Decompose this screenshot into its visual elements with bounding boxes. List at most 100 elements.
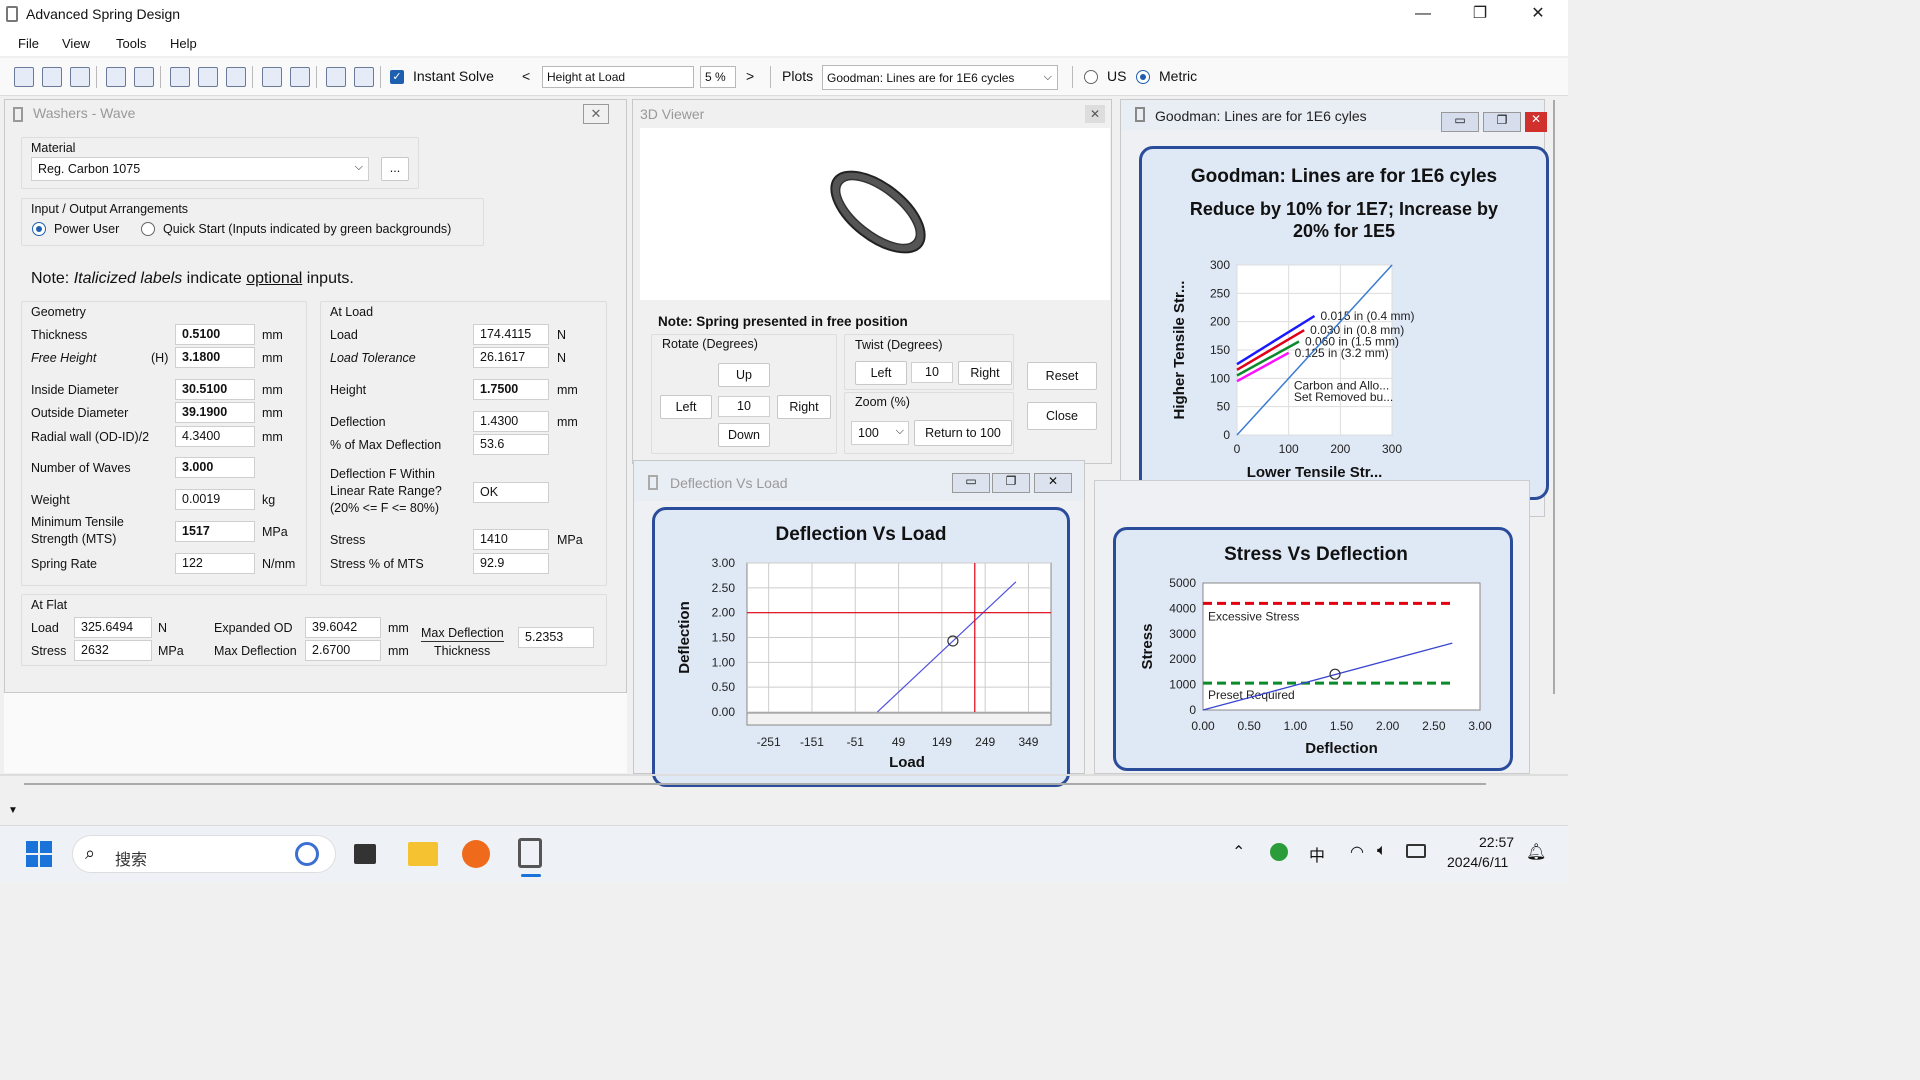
flat-stress-field[interactable]: 2632	[74, 640, 152, 661]
task-view-icon[interactable]	[354, 844, 376, 864]
solve-target-field[interactable]: Height at Load	[542, 66, 694, 88]
ratio-field[interactable]: 5.2353	[518, 627, 594, 648]
chart-scrollbar	[746, 712, 1052, 726]
3d-canvas[interactable]	[640, 128, 1110, 300]
material-dropdown[interactable]: Reg. Carbon 1075 ⌵	[31, 157, 369, 181]
y-tick-label: 0.50	[712, 680, 736, 694]
us-radio[interactable]	[1084, 70, 1098, 84]
max-deflection-pct-field[interactable]: 53.6	[473, 434, 549, 455]
mts-field[interactable]: 1517	[175, 521, 255, 542]
table-icon[interactable]	[290, 67, 310, 87]
quick-start-radio[interactable]	[141, 222, 155, 236]
height-field[interactable]: 1.7500	[473, 379, 549, 400]
metric-radio[interactable]	[1136, 70, 1150, 84]
calculator-icon[interactable]	[134, 67, 154, 87]
chart-icon[interactable]	[262, 67, 282, 87]
number-of-waves-field[interactable]: 3.000	[175, 457, 255, 478]
file-explorer-icon[interactable]	[408, 842, 438, 866]
flat-max-deflection-field[interactable]: 2.6700	[305, 640, 381, 661]
percent-field[interactable]: 5 %	[700, 66, 736, 88]
viewer-note: Note: Spring presented in free position	[658, 314, 908, 329]
close-icon[interactable]: ✕	[1525, 112, 1547, 132]
new-file-icon[interactable]	[14, 67, 34, 87]
search-box[interactable]: ⌕ 搜索	[72, 835, 336, 873]
flat-load-field[interactable]: 325.6494	[74, 617, 152, 638]
restore-icon[interactable]: ❐	[992, 473, 1030, 493]
close-button[interactable]: Close	[1027, 402, 1097, 430]
report-icon[interactable]	[170, 67, 190, 87]
restore-icon[interactable]: ❐	[1465, 4, 1495, 26]
menu-file[interactable]: File	[18, 36, 39, 51]
stress-field[interactable]: 1410	[473, 529, 549, 550]
inside-diameter-field[interactable]: 30.5100	[175, 379, 255, 400]
chevron-down-icon: ⌵	[1043, 71, 1052, 83]
close-icon[interactable]: ✕	[1523, 4, 1553, 26]
minimize-icon[interactable]: —	[1408, 4, 1438, 26]
outside-diameter-field[interactable]: 39.1900	[175, 402, 255, 423]
print-icon[interactable]	[226, 67, 246, 87]
rotate-left-button[interactable]: Left	[660, 395, 712, 419]
help-icon[interactable]	[326, 67, 346, 87]
rotate-down-button[interactable]: Down	[718, 423, 770, 447]
quick-start-label: Quick Start (Inputs indicated by green b…	[163, 222, 452, 236]
minimize-icon[interactable]: ▭	[1441, 112, 1479, 132]
chevron-up-icon[interactable]: ⌃	[1232, 842, 1245, 862]
linear-range-field[interactable]: OK	[473, 482, 549, 503]
load-field[interactable]: 174.4115	[473, 324, 549, 345]
instant-solve-checkbox[interactable]: ✓	[390, 70, 404, 84]
vertical-scrollbar[interactable]	[1553, 100, 1555, 694]
close-panel-icon[interactable]: ✕	[583, 104, 609, 124]
wifi-icon[interactable]: ◠	[1350, 842, 1364, 862]
menu-view[interactable]: View	[62, 36, 90, 51]
zoom-dropdown[interactable]: 100 ⌵	[851, 421, 909, 445]
clock-time[interactable]: 22:57	[1479, 834, 1514, 850]
rotate-up-button[interactable]: Up	[718, 363, 770, 387]
twist-degrees-field[interactable]: 10	[911, 362, 953, 383]
twist-left-button[interactable]: Left	[855, 361, 907, 385]
menu-help[interactable]: Help	[170, 36, 197, 51]
volume-icon[interactable]: 🔈︎	[1377, 842, 1387, 860]
windows-start-icon[interactable]	[26, 841, 52, 867]
next-target-button[interactable]: >	[746, 68, 754, 84]
plots-dropdown[interactable]: Goodman: Lines are for 1E6 cycles ⌵	[822, 65, 1058, 90]
horizontal-scrollbar[interactable]	[24, 783, 1486, 785]
expand-arrow-icon[interactable]: ▼	[8, 805, 18, 816]
battery-icon[interactable]	[1406, 844, 1426, 858]
save-icon[interactable]	[70, 67, 90, 87]
open-folder-icon[interactable]	[42, 67, 62, 87]
return-to-100-button[interactable]: Return to 100	[914, 420, 1012, 446]
rotate-degrees-field[interactable]: 10	[718, 396, 770, 417]
previous-target-button[interactable]: <	[522, 68, 530, 84]
spring-rate-field[interactable]: 122	[175, 553, 255, 574]
notification-icon[interactable]: 🔔︎	[1526, 842, 1546, 862]
thickness-field[interactable]: 0.5100	[175, 324, 255, 345]
restore-icon[interactable]: ❐	[1483, 112, 1521, 132]
firefox-icon[interactable]	[462, 840, 490, 868]
deflection-field[interactable]: 1.4300	[473, 411, 549, 432]
stress-pct-mts-field[interactable]: 92.9	[473, 553, 549, 574]
material-icon[interactable]	[106, 67, 126, 87]
radial-wall-field[interactable]: 4.3400	[175, 426, 255, 447]
rotate-right-button[interactable]: Right	[777, 395, 831, 419]
close-icon[interactable]: ✕	[1034, 473, 1072, 493]
clock-date[interactable]: 2024/6/11	[1447, 854, 1508, 870]
reset-button[interactable]: Reset	[1027, 362, 1097, 390]
y-tick-label: 5000	[1169, 576, 1196, 590]
material-more-button[interactable]: ...	[381, 157, 409, 181]
twist-right-button[interactable]: Right	[958, 361, 1012, 385]
layout-icon[interactable]	[198, 67, 218, 87]
power-user-radio[interactable]	[32, 222, 46, 236]
load-tolerance-field[interactable]: 26.1617	[473, 347, 549, 368]
minimize-icon[interactable]: ▭	[952, 473, 990, 493]
close-viewer-icon[interactable]: ✕	[1085, 105, 1105, 123]
ime-indicator[interactable]: 中	[1309, 842, 1325, 866]
expanded-od-field[interactable]: 39.6042	[305, 617, 381, 638]
mts-label-line2: Strength (MTS)	[31, 532, 117, 546]
spring-app-taskbar-icon[interactable]	[518, 838, 542, 868]
us-label: US	[1107, 68, 1127, 84]
security-tray-icon[interactable]	[1270, 843, 1288, 861]
exit-icon[interactable]	[354, 67, 374, 87]
free-height-field[interactable]: 3.1800	[175, 347, 255, 368]
menu-tools[interactable]: Tools	[116, 36, 146, 51]
weight-field[interactable]: 0.0019	[175, 489, 255, 510]
